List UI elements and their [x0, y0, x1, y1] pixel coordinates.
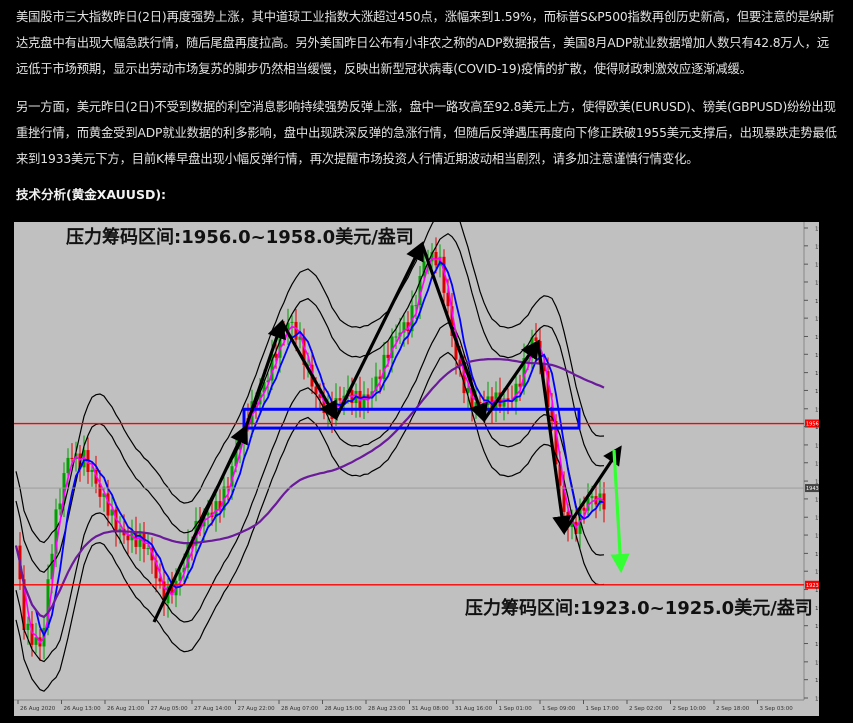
- candle-body: [26, 623, 30, 631]
- xauusd-chart-svg: 1956.121923.561943.09 1995.601992.001988…: [14, 222, 819, 716]
- price-tick-label: 1970.10: [815, 353, 819, 359]
- time-tick-label: 1 Sep 09:00: [542, 706, 576, 712]
- price-tick-label: 1966.40: [815, 371, 819, 377]
- price-tick-label: 1919.00: [815, 606, 819, 612]
- price-tick-label: 1955.50: [815, 425, 819, 431]
- time-tick-label: 27 Aug 05:00: [151, 706, 189, 712]
- candle-body: [290, 321, 294, 323]
- price-tick-label: 1948.20: [815, 461, 819, 467]
- candle-body: [66, 457, 70, 474]
- time-tick-label: 1 Sep 01:00: [499, 706, 533, 712]
- price-tick-label: 1962.80: [815, 389, 819, 395]
- price-tick-label: 1984.70: [815, 280, 819, 286]
- candle-body: [590, 496, 594, 499]
- candle-body: [70, 457, 74, 459]
- price-tick-label: 1995.60: [815, 227, 819, 233]
- price-tick-label: 1908.00: [815, 660, 819, 666]
- price-tick-label: 1900.70: [815, 697, 819, 703]
- price-tick-label: 1977.40: [815, 317, 819, 323]
- candle-body: [106, 493, 110, 516]
- candle-body: [294, 321, 298, 340]
- candle-body: [90, 469, 94, 472]
- price-tick-label: 1992.00: [815, 244, 819, 250]
- support-zone-label: 压力筹码区间:1923.0~1925.0美元/盎司: [465, 597, 813, 619]
- time-tick-label: 28 Aug 15:00: [325, 706, 363, 712]
- price-tick-label: 1922.60: [815, 588, 819, 594]
- time-tick-label: 28 Aug 23:00: [368, 706, 406, 712]
- price-tick-label: 1904.40: [815, 678, 819, 684]
- current-price-tag: 1943.09: [806, 486, 819, 492]
- xauusd-chart: 1956.121923.561943.09 1995.601992.001988…: [14, 222, 819, 716]
- time-tick-label: 1 Sep 17:00: [586, 706, 620, 712]
- time-tick-label: 28 Aug 07:00: [281, 706, 319, 712]
- time-tick-label: 2 Sep 10:00: [673, 706, 707, 712]
- price-tick-label: 1926.30: [815, 570, 819, 576]
- price-tick-label: 1911.70: [815, 642, 819, 648]
- price-tick-label: 1929.90: [815, 552, 819, 558]
- time-tick-label: 3 Sep 03:00: [760, 706, 794, 712]
- price-tick-label: 1915.30: [815, 624, 819, 630]
- time-tick-label: 31 Aug 16:00: [455, 706, 493, 712]
- candle-body: [146, 548, 150, 550]
- resistance-zone-label: 压力筹码区间:1956.0~1958.0美元/盎司: [66, 226, 414, 248]
- time-tick-label: 26 Aug 21:00: [107, 706, 145, 712]
- candle-body: [394, 336, 398, 338]
- time-tick-label: 2 Sep 18:00: [716, 706, 750, 712]
- article-paragraph-2: 另一方面，美元昨日(2日)不受到数据的利空消息影响持续强势反弹上涨，盘中一路攻高…: [16, 100, 837, 166]
- time-tick-label: 26 Aug 2020: [20, 706, 56, 712]
- candle-body: [338, 398, 342, 401]
- price-tick-label: 1959.10: [815, 407, 819, 413]
- candle-body: [126, 535, 130, 541]
- price-tick-label: 1988.30: [815, 263, 819, 269]
- article-paragraph-1: 美国股市三大指数昨日(2日)再度强势上涨，其中道琼工业指数大涨超过450点，涨幅…: [16, 10, 835, 76]
- time-tick-label: 26 Aug 13:00: [64, 706, 102, 712]
- price-tick-label: 1973.70: [815, 335, 819, 341]
- candle-body: [226, 486, 230, 488]
- section-heading: 技术分析(黄金XAUUSD):: [16, 187, 167, 202]
- price-tick-label: 1944.50: [815, 480, 819, 486]
- price-tick-label: 1940.90: [815, 497, 819, 503]
- time-tick-label: 2 Sep 02:00: [629, 706, 663, 712]
- candle-body: [582, 507, 586, 511]
- price-tick-label: 1933.60: [815, 534, 819, 540]
- price-tick-label: 1937.20: [815, 516, 819, 522]
- candle-body: [534, 337, 538, 341]
- candle-body: [58, 503, 62, 510]
- time-tick-label: 27 Aug 22:00: [238, 706, 276, 712]
- price-tick-label: 1981.00: [815, 299, 819, 305]
- price-tick-label: 1951.80: [815, 443, 819, 449]
- time-tick-label: 31 Aug 08:00: [412, 706, 450, 712]
- time-tick-label: 27 Aug 14:00: [194, 706, 232, 712]
